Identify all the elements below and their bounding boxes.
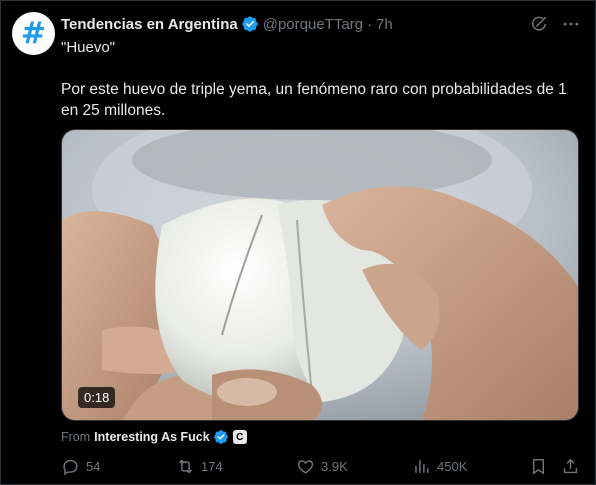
tweet-time[interactable]: 7h bbox=[376, 16, 393, 33]
views-chart-icon bbox=[415, 460, 429, 473]
separator-dot: · bbox=[367, 15, 372, 33]
views-button[interactable]: 450K bbox=[412, 457, 467, 476]
hashtag-icon: # bbox=[20, 15, 47, 51]
grok-icon[interactable] bbox=[529, 14, 549, 34]
views-count: 450K bbox=[437, 459, 468, 474]
share-icon bbox=[563, 458, 578, 474]
like-count: 3.9K bbox=[321, 459, 348, 474]
video-player[interactable] bbox=[61, 129, 579, 421]
heart-icon bbox=[297, 460, 314, 474]
like-button[interactable]: 3.9K bbox=[296, 457, 348, 476]
video-frame-egg bbox=[62, 130, 578, 420]
source-account-link[interactable]: Interesting As Fuck bbox=[94, 430, 210, 444]
from-prefix: From bbox=[61, 430, 91, 444]
bookmark-icon bbox=[533, 459, 544, 475]
more-options-icon[interactable] bbox=[561, 14, 581, 34]
reply-button[interactable]: 54 bbox=[61, 457, 100, 476]
tweet-text: Por este huevo de triple yema, un fenóme… bbox=[61, 81, 567, 119]
video-duration: 0:18 bbox=[78, 387, 116, 408]
action-bar: 54 174 3.9K 450K bbox=[61, 457, 581, 479]
tweet-header: Tendencias en Argentina @porqueTTarg · 7… bbox=[61, 14, 393, 34]
retweet-count: 174 bbox=[201, 459, 223, 474]
tweet-card[interactable]: # Tendencias en Argentina @porqueTTarg ·… bbox=[0, 0, 596, 485]
retweet-icon bbox=[179, 459, 192, 474]
media-source-attribution: From Interesting As Fuck C bbox=[61, 429, 247, 445]
retweet-button[interactable]: 174 bbox=[176, 457, 223, 476]
bookmark-button[interactable] bbox=[529, 457, 554, 476]
share-button[interactable] bbox=[561, 457, 586, 476]
avatar[interactable]: # bbox=[12, 12, 55, 55]
source-verified-badge-icon bbox=[213, 429, 229, 445]
reply-count: 54 bbox=[86, 459, 101, 474]
top-right-icons bbox=[529, 14, 581, 34]
affiliate-badge-icon: C bbox=[232, 430, 247, 444]
tweet-quote-title: "Huevo" bbox=[61, 39, 116, 56]
verified-badge-icon bbox=[241, 15, 259, 33]
reply-icon bbox=[63, 459, 78, 476]
author-handle[interactable]: @porqueTTarg bbox=[263, 16, 363, 33]
author-name[interactable]: Tendencias en Argentina bbox=[61, 16, 238, 33]
